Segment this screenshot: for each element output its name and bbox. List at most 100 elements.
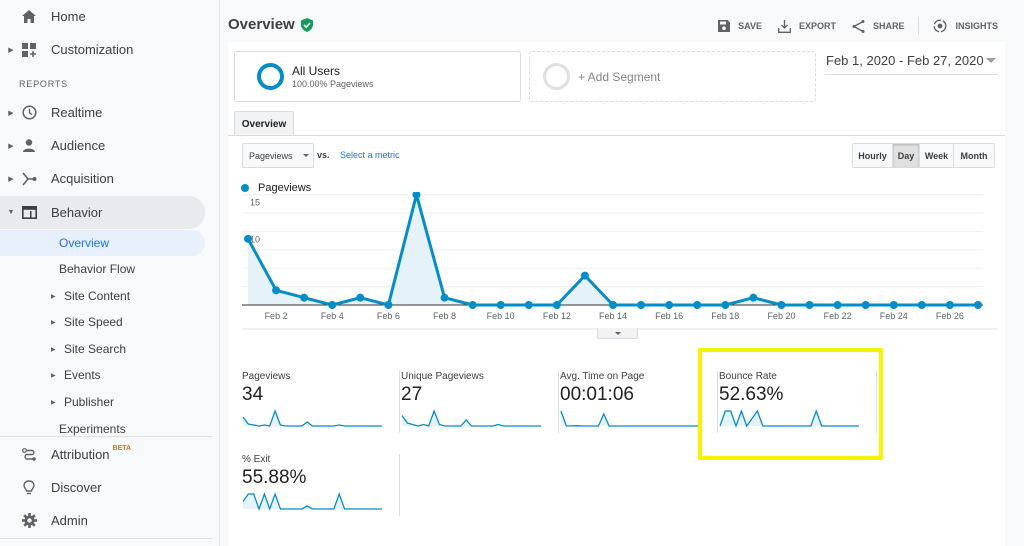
data-point [272, 286, 281, 295]
person-icon [20, 137, 38, 155]
sidebar-item-acquisition[interactable]: ▶ Acquisition [0, 162, 205, 195]
tab-divider [228, 135, 1005, 136]
pageviews-chart: 51015Feb 2Feb 4Feb 6Feb 8Feb 10Feb 12Feb… [242, 192, 998, 330]
sidebar-item-behavior[interactable]: ▼ Behavior [0, 196, 205, 229]
sidebar-item-label: Acquisition [51, 171, 114, 186]
toolbar-divider [918, 17, 920, 35]
sidebar-item-label: Discover [51, 480, 102, 495]
main-content: Overview SAVE EXPORT SHARE INSIGHTS All … [228, 0, 1024, 546]
export-icon [778, 19, 791, 33]
export-button[interactable]: EXPORT [778, 19, 836, 33]
data-point [244, 234, 252, 243]
save-button[interactable]: SAVE [718, 20, 762, 32]
segment-ring-icon [257, 63, 284, 90]
segment-name: All Users [292, 64, 341, 78]
data-point [440, 293, 449, 302]
segment-all-users[interactable]: All Users 100.00% Pageviews [234, 51, 521, 102]
data-point [917, 301, 926, 309]
caret-right-icon: ▶ [51, 293, 56, 300]
granularity-hourly-button[interactable]: Hourly [853, 144, 893, 167]
granularity-week-button[interactable]: Week [920, 144, 954, 167]
sidebar-item-customization[interactable]: ▶ Customization [0, 33, 205, 66]
sparkline-area [402, 411, 541, 426]
sidebar-item-label: Realtime [51, 105, 103, 120]
x-tick-label: Feb 8 [433, 311, 456, 321]
sidebar-subitem-site-search[interactable]: ▶ Site Search [51, 336, 126, 362]
data-point [861, 301, 870, 309]
data-point [412, 192, 421, 199]
sidebar-item-home[interactable]: Home [0, 0, 205, 33]
x-tick-label: Feb 22 [824, 311, 852, 321]
sidebar-item-label: Customization [51, 42, 134, 57]
share-button[interactable]: SHARE [852, 19, 904, 33]
scorecard-exit-rate[interactable]: % Exit 55.88% [242, 454, 400, 524]
caret-right-icon: ▶ [8, 175, 14, 183]
tab-overview[interactable]: Overview [234, 111, 294, 136]
data-point [749, 293, 758, 302]
caret-right-icon: ▶ [8, 142, 14, 150]
x-tick-label: Feb 16 [655, 311, 683, 321]
sidebar-item-label: Admin [51, 513, 88, 528]
legend-dot-icon [241, 184, 249, 192]
segment-subtitle: 100.00% Pageviews [292, 79, 374, 89]
data-point [524, 301, 533, 309]
data-point [777, 301, 786, 309]
sidebar-item-label: Audience [51, 138, 106, 153]
sidebar-subitem-events[interactable]: ▶ Events [51, 362, 101, 388]
empty-segment-ring-icon [543, 63, 570, 90]
select-metric-link[interactable]: Select a metric [340, 150, 400, 160]
insights-icon [933, 19, 947, 33]
sidebar-subitem-behavior-flow[interactable]: Behavior Flow [59, 256, 135, 282]
granularity-month-button[interactable]: Month [954, 144, 994, 167]
metric-select[interactable]: Pageviews [242, 143, 314, 168]
clock-icon [20, 104, 38, 122]
caret-right-icon: ▶ [51, 399, 56, 406]
sidebar-item-audience[interactable]: ▶ Audience [0, 129, 205, 162]
data-point [468, 301, 477, 309]
sidebar-subitem-publisher[interactable]: ▶ Publisher [51, 389, 114, 415]
vs-label: vs. [317, 150, 330, 160]
dashboard-icon [20, 41, 38, 59]
data-point [637, 301, 646, 309]
y-tick-label: 15 [250, 198, 260, 208]
sidebar-subitem-site-speed[interactable]: ▶ Site Speed [51, 309, 123, 335]
x-tick-label: Feb 20 [767, 311, 795, 321]
add-segment-button[interactable]: + Add Segment [529, 51, 816, 102]
scorecard-unique-pageviews[interactable]: Unique Pageviews 27 [401, 371, 559, 441]
sidebar-item-label: Behavior [51, 205, 103, 220]
x-tick-label: Feb 10 [487, 311, 515, 321]
insights-button[interactable]: INSIGHTS [933, 19, 998, 33]
data-point [356, 293, 365, 302]
sidebar-subitem-overview[interactable]: Overview [0, 230, 205, 256]
chart-collapse-toggle[interactable] [597, 328, 638, 339]
data-point [552, 301, 561, 309]
caret-down-icon: ▼ [7, 209, 15, 216]
data-point [889, 301, 898, 309]
sidebar-item-realtime[interactable]: ▶ Realtime [0, 96, 205, 129]
attribution-icon [20, 446, 38, 464]
date-range-picker[interactable]: Feb 1, 2020 - Feb 27, 2020 [825, 51, 998, 75]
share-icon [852, 19, 865, 33]
sidebar-item-admin[interactable]: Admin [0, 504, 205, 537]
dropdown-arrow-icon [302, 154, 309, 157]
sparkline [242, 409, 382, 427]
sparkline-area [561, 411, 700, 426]
sidebar-subitem-site-content[interactable]: ▶ Site Content [51, 283, 130, 309]
scorecard-pageviews[interactable]: Pageviews 34 [242, 371, 400, 441]
behavior-icon [20, 204, 38, 222]
sidebar-item-discover[interactable]: Discover [0, 471, 205, 504]
sidebar-item-attribution[interactable]: Attribution BETA [0, 438, 205, 471]
granularity-day-button[interactable]: Day [893, 144, 920, 167]
x-tick-label: Feb 6 [377, 311, 400, 321]
scorecard-avg-time-on-page[interactable]: Avg. Time on Page 00:01:06 [560, 371, 718, 441]
caret-right-icon: ▶ [51, 372, 56, 379]
beta-badge: BETA [112, 445, 132, 452]
bounce-rate-highlight [698, 348, 883, 460]
reports-section-label: REPORTS [19, 79, 68, 89]
caret-right-icon: ▶ [51, 319, 56, 326]
data-point [384, 301, 393, 309]
data-point [665, 301, 674, 309]
sidebar-divider [0, 436, 212, 437]
data-point [974, 301, 982, 309]
sparkline [401, 409, 541, 427]
